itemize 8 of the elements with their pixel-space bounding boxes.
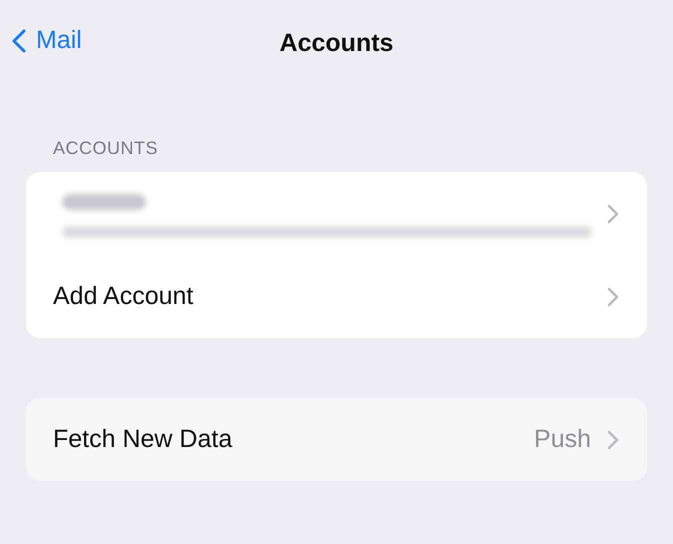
fetch-new-data-row[interactable]: Fetch New Data Push — [26, 398, 647, 481]
chevron-icon — [607, 204, 619, 224]
section-header: ACCOUNTS — [53, 138, 158, 159]
chevron-icon — [607, 286, 619, 306]
screen-title: Accounts — [280, 28, 394, 58]
chevron-icon — [607, 430, 619, 450]
add-account-row[interactable]: Add Account — [26, 255, 647, 338]
back-chevron-icon — [12, 28, 26, 52]
